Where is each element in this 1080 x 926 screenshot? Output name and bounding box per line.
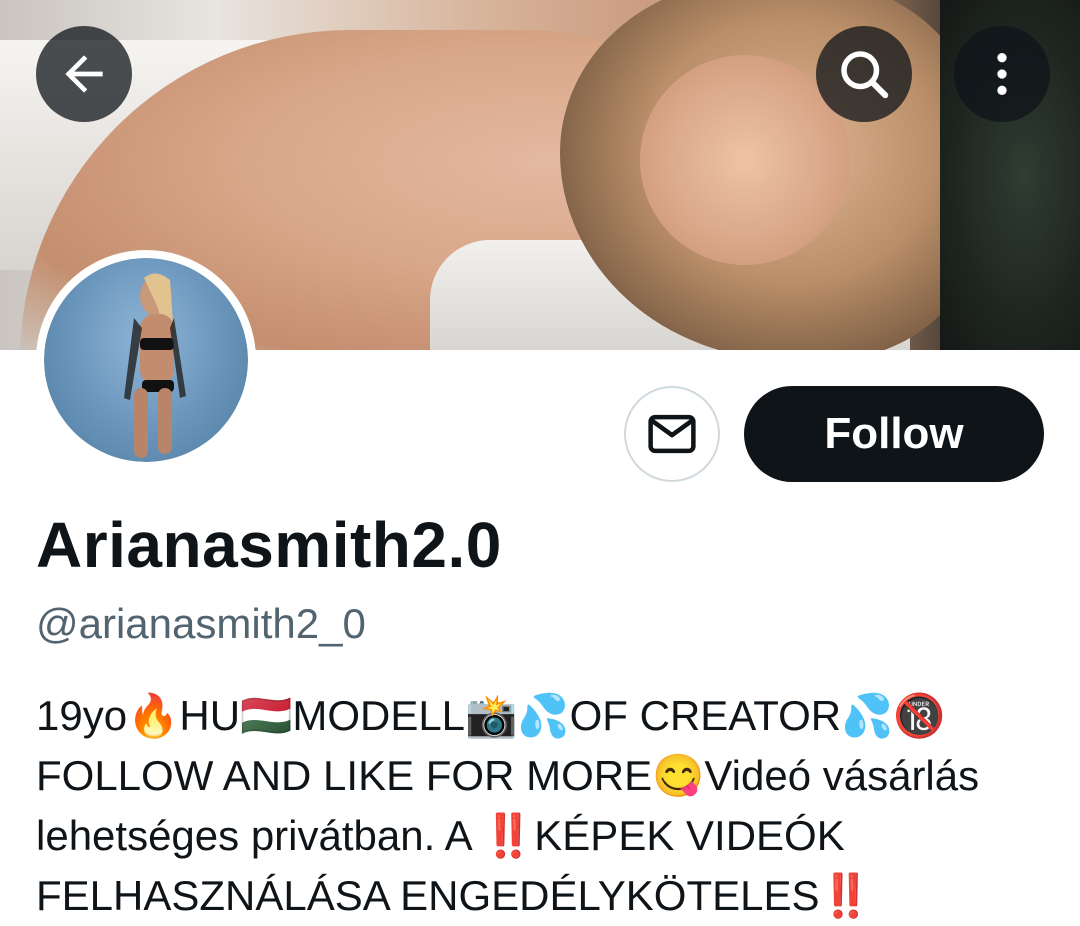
search-icon [841,51,889,99]
mail-icon [648,414,696,454]
bio-line: FOLLOW AND LIKE FOR MORE😋Videó vásárlás [36,752,980,799]
more-vertical-icon [997,53,1007,95]
avatar-photo [44,258,248,462]
display-name: Arianasmith2.0 [36,509,502,581]
arrow-left-icon [65,55,103,93]
user-handle: @arianasmith2_0 [36,600,366,647]
profile-bio: 19yo🔥HU🇭🇺MODELL📸💦OF CREATOR💦🔞 FOLLOW AND… [36,686,1056,926]
more-options-button[interactable] [954,26,1050,122]
profile-avatar[interactable] [36,250,256,470]
message-button[interactable] [624,386,720,482]
back-button[interactable] [36,26,132,122]
avatar-figure [124,273,186,458]
search-button[interactable] [816,26,912,122]
bio-line: lehetséges privátban. A ‼️KÉPEK VIDEÓK [36,812,845,859]
bio-line: FELHASZNÁLÁSA ENGEDÉLYKÖTELES‼️ [36,872,872,919]
follow-button[interactable]: Follow [744,386,1044,482]
bio-line: 19yo🔥HU🇭🇺MODELL📸💦OF CREATOR💦🔞 [36,692,946,739]
